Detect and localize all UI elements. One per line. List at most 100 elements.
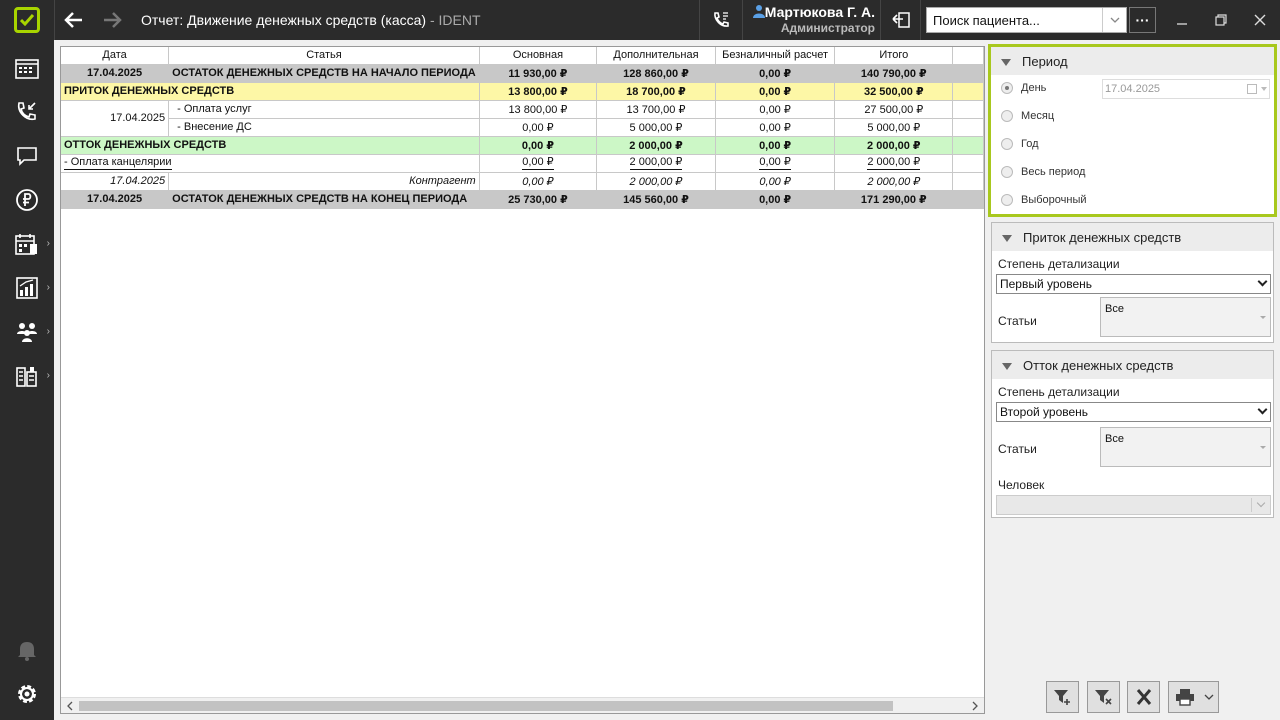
more-button[interactable]: ··· <box>1129 7 1156 33</box>
back-button[interactable] <box>62 8 86 32</box>
closing-balance-row[interactable]: 17.04.2025 ОСТАТОК ДЕНЕЖНЫХ СРЕДСТВ НА К… <box>61 190 984 209</box>
divider <box>699 0 700 40</box>
column-header-date[interactable]: Дата <box>61 47 170 65</box>
notifications-button[interactable] <box>0 630 54 670</box>
cell-empty <box>952 172 984 191</box>
cell-article[interactable]: - Оплата канцелярии <box>61 154 480 173</box>
radio-unselected <box>1001 138 1013 150</box>
add-filter-button[interactable] <box>1046 681 1079 713</box>
outflow-group-link[interactable]: - Оплата канцелярии <box>64 156 172 170</box>
close-button[interactable] <box>1248 8 1272 32</box>
opening-balance-row[interactable]: 17.04.2025 ОСТАТОК ДЕНЕЖНЫХ СРЕДСТВ НА Н… <box>61 64 984 83</box>
period-option-month[interactable]: Месяц <box>1001 110 1054 122</box>
sidebar-item-schedule[interactable] <box>0 48 54 88</box>
period-option-year[interactable]: Год <box>1001 138 1039 150</box>
horizontal-scrollbar[interactable] <box>61 697 984 713</box>
outflow-person-select[interactable] <box>996 495 1271 515</box>
cell-empty <box>952 100 984 119</box>
outflow-panel-header[interactable]: Отток денежных средств <box>992 351 1273 379</box>
settings-button[interactable] <box>0 674 54 714</box>
switch-user-button[interactable] <box>886 8 916 32</box>
dropdown-arrow-icon <box>1260 316 1266 319</box>
period-option-label: День <box>1021 82 1047 94</box>
table-row[interactable]: - Оплата канцелярии 0,00 ₽ 2 000,00 ₽ 0,… <box>61 154 984 173</box>
close-icon <box>1254 14 1266 26</box>
restore-button[interactable] <box>1209 8 1233 32</box>
cell-noncash: 0,00 ₽ <box>715 118 836 137</box>
cell-date: 17.04.2025 <box>61 100 170 137</box>
scrollbar-thumb[interactable] <box>79 701 893 711</box>
cell-total: 27 500,00 ₽ <box>834 100 954 119</box>
cell-total: 140 790,00 ₽ <box>834 64 954 83</box>
minimize-button[interactable] <box>1170 8 1194 32</box>
radio-unselected <box>1001 166 1013 178</box>
sidebar-item-patients[interactable]: › <box>0 312 54 352</box>
print-button[interactable] <box>1168 681 1201 713</box>
calendar-grid-icon <box>15 59 39 79</box>
chevron-down-icon <box>1257 276 1268 287</box>
app-name: - IDENT <box>426 12 481 28</box>
sidebar-item-messages[interactable] <box>0 136 54 176</box>
inflow-detail-select[interactable]: Первый уровень <box>996 274 1271 294</box>
sidebar-item-warehouse[interactable]: › <box>0 356 54 396</box>
period-option-label: Весь период <box>1021 166 1086 178</box>
outflow-articles-value: Все <box>1105 433 1124 445</box>
inflow-articles-label: Статьи <box>998 314 1037 328</box>
patient-search-input[interactable] <box>927 8 1101 32</box>
printer-icon <box>1175 689 1194 706</box>
column-header-main[interactable]: Основная <box>479 47 598 65</box>
inflow-row[interactable]: ПРИТОК ДЕНЕЖНЫХ СРЕДСТВ 13 800,00 ₽ 18 7… <box>61 82 984 101</box>
cash-flow-table: Дата Статья Основная Дополнительная Безн… <box>61 47 984 209</box>
period-panel-header[interactable]: Период <box>991 47 1274 75</box>
inflow-panel-header[interactable]: Приток денежных средств <box>992 223 1273 251</box>
column-header-extra[interactable]: Дополнительная <box>596 47 716 65</box>
calendar-icon <box>15 234 37 255</box>
scroll-right-icon[interactable] <box>968 699 982 713</box>
clear-filter-button[interactable] <box>1087 681 1120 713</box>
outflow-detail-select[interactable]: Второй уровень <box>996 402 1271 422</box>
collapse-triangle-icon <box>1002 362 1012 370</box>
inflow-articles-select[interactable]: Все <box>1100 297 1271 337</box>
sidebar-item-reports[interactable]: › <box>0 268 54 308</box>
sidebar-item-calls[interactable] <box>0 92 54 132</box>
forward-button[interactable] <box>100 8 124 32</box>
outflow-detail-label: Степень детализации <box>998 385 1120 399</box>
table-row[interactable]: 17.04.2025 - Оплата услуг 13 800,00 ₽ 13… <box>61 100 984 137</box>
period-option-day[interactable]: День <box>1001 82 1046 94</box>
period-date-field[interactable]: 17.04.2025 <box>1102 79 1270 99</box>
cell-extra: 2 000,00 ₽ <box>596 172 716 191</box>
sidebar-item-calendar[interactable]: › <box>0 224 54 264</box>
outflow-row[interactable]: ОТТОК ДЕНЕЖНЫХ СРЕДСТВ 0,00 ₽ 2 000,00 ₽… <box>61 136 984 155</box>
filter-add-icon <box>1053 690 1070 705</box>
collapse-triangle-icon <box>1001 58 1011 66</box>
period-panel: Период День 17.04.2025 Месяц Год Весь пе… <box>988 44 1277 217</box>
period-option-all[interactable]: Весь период <box>1001 166 1085 178</box>
scroll-left-icon[interactable] <box>63 699 77 713</box>
app-window: Отчет: Движение денежных средств (касса)… <box>0 0 1280 720</box>
column-header-article[interactable]: Статья <box>168 47 480 65</box>
sidebar-item-finance[interactable] <box>0 180 54 220</box>
outflow-articles-select[interactable]: Все <box>1100 427 1271 467</box>
cell-noncash: 0,00 ₽ <box>715 190 836 209</box>
print-options-button[interactable] <box>1200 681 1219 713</box>
cell-empty <box>952 136 984 155</box>
call-button[interactable] <box>706 8 736 32</box>
cell-article: - Оплата услуг <box>168 100 480 119</box>
user-info[interactable]: Мартюкова Г. А. Администратор <box>747 4 875 35</box>
app-logo[interactable] <box>0 0 54 40</box>
cell-extra: 18 700,00 ₽ <box>596 82 716 101</box>
table-row[interactable]: - Внесение ДС 0,00 ₽ 5 000,00 ₽ 0,00 ₽ 5… <box>61 118 984 137</box>
search-dropdown-button[interactable] <box>1102 8 1126 32</box>
cell-extra: 5 000,00 ₽ <box>596 118 716 137</box>
top-bar: Отчет: Движение денежных средств (касса)… <box>0 0 1280 40</box>
column-header-noncash[interactable]: Безналичный расчет <box>715 47 836 65</box>
cell-empty <box>952 118 984 137</box>
table-row[interactable]: 17.04.2025 Контрагент 0,00 ₽ 2 000,00 ₽ … <box>61 172 984 191</box>
period-date-value: 17.04.2025 <box>1105 83 1161 95</box>
outflow-panel: Отток денежных средств Степень детализац… <box>991 350 1274 518</box>
chart-icon <box>16 277 38 299</box>
period-option-custom[interactable]: Выборочный <box>1001 194 1087 206</box>
export-excel-button[interactable] <box>1127 681 1160 713</box>
calendar-icon <box>1247 84 1257 94</box>
column-header-total[interactable]: Итого <box>834 47 954 65</box>
